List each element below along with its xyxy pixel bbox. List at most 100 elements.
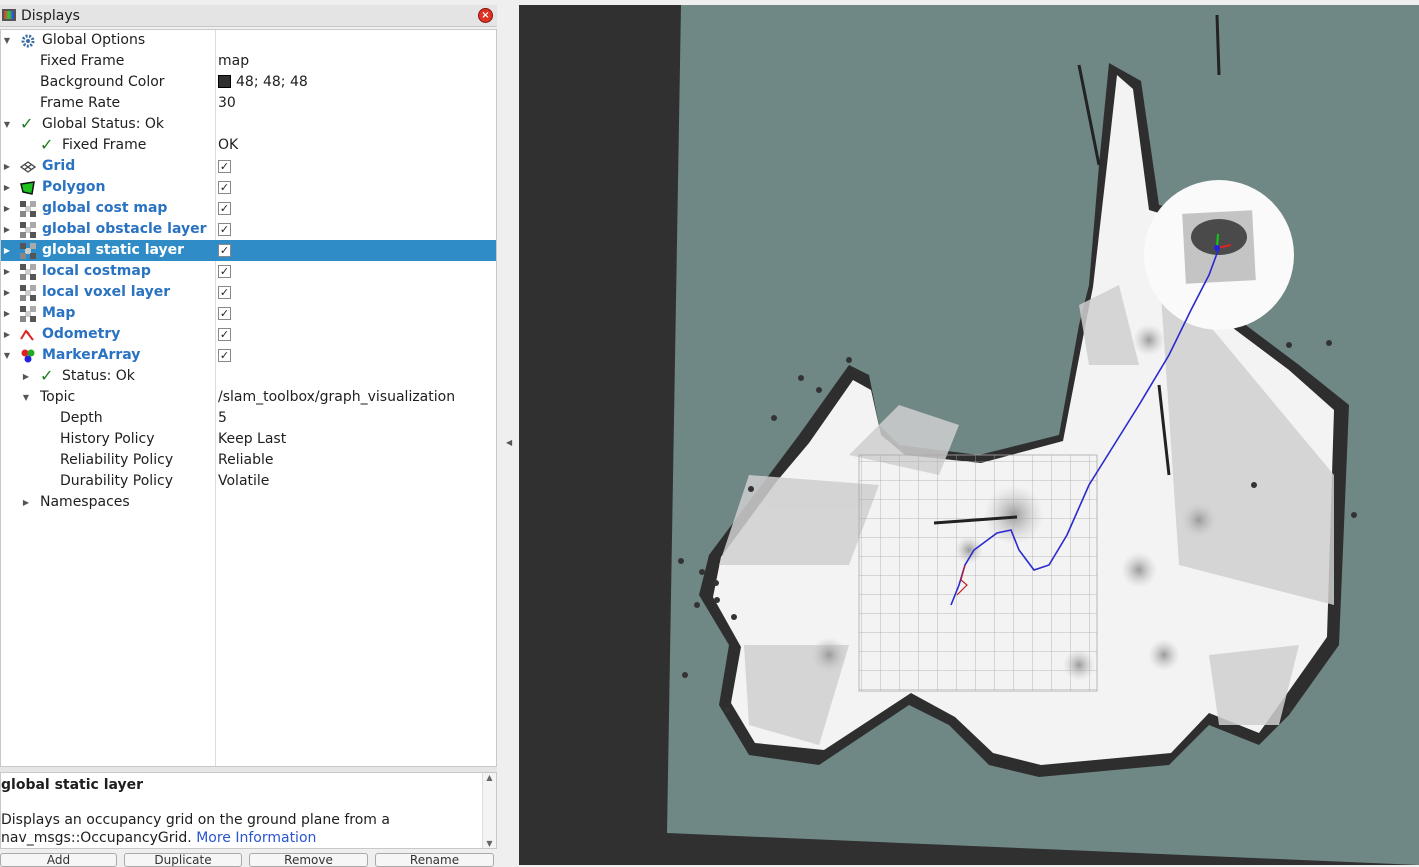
history-policy-label: History Policy	[60, 431, 155, 447]
tree-row-depth[interactable]: Depth 5	[1, 408, 496, 429]
tree-row-topic[interactable]: ▼ Topic /slam_toolbox/graph_visualizatio…	[1, 387, 496, 408]
description-scrollbar[interactable]: ▲ ▼	[482, 773, 496, 848]
display-row-local-voxel-layer[interactable]: ▶ local voxel layer ✓	[1, 282, 496, 303]
display-row-global-cost-map[interactable]: ▶ global cost map ✓	[1, 198, 496, 219]
durability-policy-label: Durability Policy	[60, 473, 174, 489]
expand-arrow-icon[interactable]: ▶	[21, 492, 31, 513]
map-icon	[20, 264, 36, 280]
status-fixed-frame-value: OK	[218, 137, 239, 153]
display-row-polygon[interactable]: ▶ Polygon ✓	[1, 177, 496, 198]
history-policy-value[interactable]: Keep Last	[218, 429, 286, 450]
fixed-frame-label: Fixed Frame	[40, 53, 125, 69]
durability-policy-value[interactable]: Volatile	[218, 471, 269, 492]
checkmark-icon: ✓	[40, 366, 54, 385]
map-icon	[20, 306, 36, 322]
fixed-frame-value[interactable]: map	[218, 51, 249, 72]
display-row-global-obstacle-layer[interactable]: ▶ global obstacle layer ✓	[1, 219, 496, 240]
display-checkbox[interactable]: ✓	[218, 349, 231, 362]
frame-rate-label: Frame Rate	[40, 95, 121, 111]
frame-rate-value[interactable]: 30	[218, 93, 236, 114]
display-row-global-static-layer[interactable]: ▶ global static layer ✓	[1, 240, 496, 261]
display-checkbox[interactable]: ✓	[218, 244, 231, 257]
tree-row-global-options[interactable]: ▼ Global Options	[1, 30, 496, 51]
collapse-arrow-icon[interactable]: ▼	[2, 114, 12, 135]
display-row-grid[interactable]: ▶ Grid ✓	[1, 156, 496, 177]
collapse-arrow-icon[interactable]: ▼	[2, 345, 12, 366]
displays-panel-title-bar: Displays ×	[0, 5, 497, 27]
panel-splitter-vertical[interactable]: ◀	[497, 0, 519, 865]
display-checkbox[interactable]: ✓	[218, 265, 231, 278]
checkmark-icon: ✓	[20, 114, 34, 133]
monitor-icon	[2, 9, 16, 21]
panel-buttons: Add Duplicate Remove Rename	[0, 853, 497, 867]
tree-row-reliability-policy[interactable]: Reliability Policy Reliable	[1, 450, 496, 471]
collapse-arrow-icon[interactable]: ▼	[21, 387, 31, 408]
color-swatch[interactable]	[218, 75, 231, 88]
panel-title: Displays	[21, 7, 80, 24]
expand-arrow-icon[interactable]: ▶	[21, 366, 31, 387]
background-color-field[interactable]: 48; 48; 48	[218, 72, 308, 93]
reliability-policy-value[interactable]: Reliable	[218, 450, 273, 471]
display-label: global cost map	[42, 200, 168, 216]
tree-row-marker-status[interactable]: ▶ ✓ Status: Ok	[1, 366, 496, 387]
tree-row-fixed-frame[interactable]: Fixed Frame map	[1, 51, 496, 72]
display-checkbox[interactable]: ✓	[218, 286, 231, 299]
odometry-icon	[20, 329, 34, 341]
tree-row-status-fixed-frame[interactable]: ✓ Fixed Frame OK	[1, 135, 496, 156]
map-icon	[20, 285, 36, 301]
description-title: global static layer	[1, 777, 144, 793]
expand-arrow-icon[interactable]: ▶	[2, 240, 12, 261]
gear-icon	[21, 34, 35, 48]
display-row-map[interactable]: ▶ Map ✓	[1, 303, 496, 324]
expand-arrow-icon[interactable]: ▶	[2, 324, 12, 345]
topic-label: Topic	[40, 389, 76, 405]
polygon-icon	[20, 181, 35, 195]
tree-row-global-status[interactable]: ▼ ✓ Global Status: Ok	[1, 114, 496, 135]
collapse-arrow-icon[interactable]: ▼	[2, 30, 12, 51]
3d-viewport[interactable]	[519, 5, 1419, 865]
display-label: Grid	[42, 158, 76, 174]
expand-arrow-icon[interactable]: ▶	[2, 282, 12, 303]
display-checkbox[interactable]: ✓	[218, 181, 231, 194]
description-box: global static layer Displays an occupanc…	[0, 772, 497, 849]
map-render	[667, 5, 1419, 865]
close-panel-button[interactable]: ×	[478, 8, 493, 23]
display-row-odometry[interactable]: ▶ Odometry ✓	[1, 324, 496, 345]
marker-status-label: Status: Ok	[62, 368, 135, 384]
expand-arrow-icon[interactable]: ▶	[2, 219, 12, 240]
topic-value[interactable]: /slam_toolbox/graph_visualization	[218, 387, 455, 408]
tree-row-durability-policy[interactable]: Durability Policy Volatile	[1, 471, 496, 492]
tree-row-history-policy[interactable]: History Policy Keep Last	[1, 429, 496, 450]
expand-arrow-icon[interactable]: ▶	[2, 198, 12, 219]
display-checkbox[interactable]: ✓	[218, 202, 231, 215]
display-checkbox[interactable]: ✓	[218, 307, 231, 320]
tree-row-frame-rate[interactable]: Frame Rate 30	[1, 93, 496, 114]
depth-value[interactable]: 5	[218, 408, 227, 429]
display-label: global static layer	[42, 242, 185, 258]
checkmark-icon: ✓	[40, 135, 54, 154]
marker-array-icon	[21, 349, 35, 363]
tree-row-namespaces[interactable]: ▶ Namespaces	[1, 492, 496, 513]
display-label: Odometry	[42, 326, 121, 342]
display-label: local voxel layer	[42, 284, 171, 300]
expand-arrow-icon[interactable]: ▶	[2, 156, 12, 177]
display-checkbox[interactable]: ✓	[218, 328, 231, 341]
collapse-left-icon[interactable]: ◀	[506, 438, 512, 447]
display-label: local costmap	[42, 263, 151, 279]
expand-arrow-icon[interactable]: ▶	[2, 177, 12, 198]
display-checkbox[interactable]: ✓	[218, 160, 231, 173]
display-row-marker-array[interactable]: ▼ MarkerArray ✓	[1, 345, 496, 366]
description-text: Displays an occupancy grid on the ground…	[1, 811, 480, 847]
display-label: global obstacle layer	[42, 221, 207, 237]
scroll-down-icon[interactable]: ▼	[483, 839, 496, 848]
background-color-value: 48; 48; 48	[236, 74, 308, 90]
display-row-local-costmap[interactable]: ▶ local costmap ✓	[1, 261, 496, 282]
display-checkbox[interactable]: ✓	[218, 223, 231, 236]
grid-overlay	[858, 454, 1098, 692]
tree-row-background-color[interactable]: Background Color 48; 48; 48	[1, 72, 496, 93]
more-information-link[interactable]: More Information	[196, 830, 316, 846]
background-color-label: Background Color	[40, 74, 165, 90]
expand-arrow-icon[interactable]: ▶	[2, 261, 12, 282]
expand-arrow-icon[interactable]: ▶	[2, 303, 12, 324]
scroll-up-icon[interactable]: ▲	[483, 773, 496, 782]
